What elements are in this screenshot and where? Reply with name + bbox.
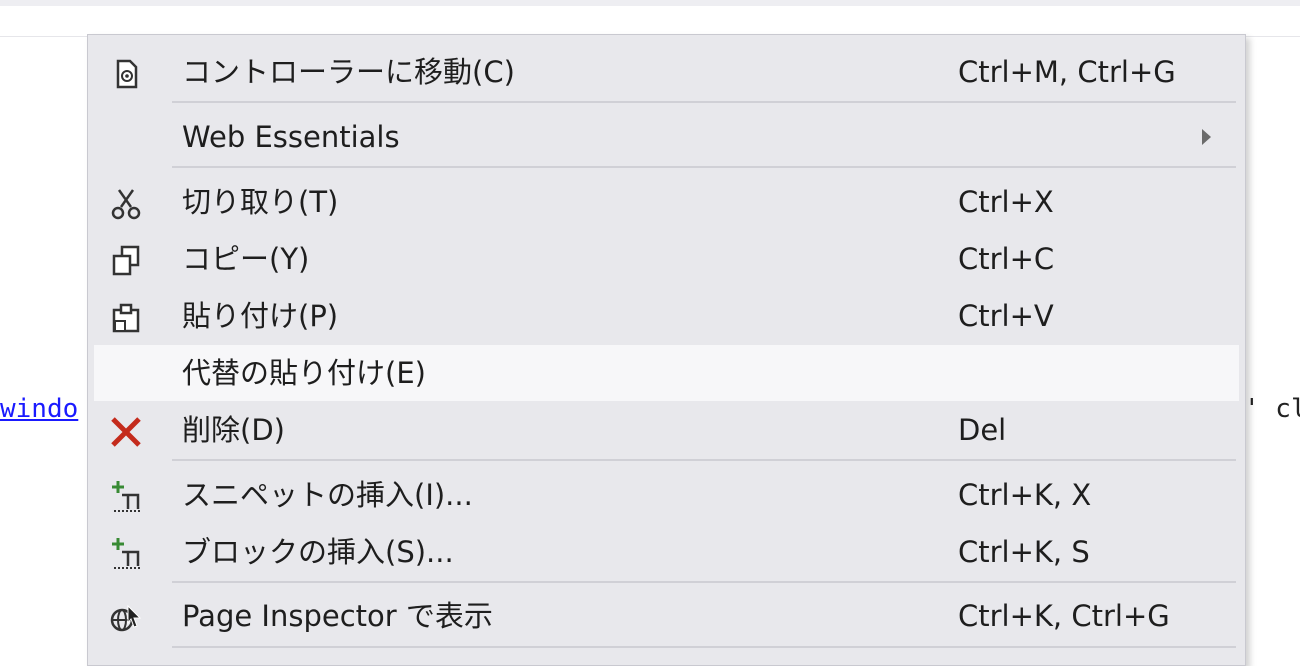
menu-item-copy[interactable]: コピー(Y) Ctrl+C xyxy=(88,231,1245,287)
menu-item-shortcut: Ctrl+K, S xyxy=(958,535,1090,569)
menu-separator xyxy=(172,166,1236,168)
context-menu: コントローラーに移動(C) Ctrl+M, Ctrl+G Web Essenti… xyxy=(87,34,1246,666)
menu-item-cut[interactable]: 切り取り(T) Ctrl+X xyxy=(88,174,1245,230)
menu-item-label: 削除(D) xyxy=(182,413,285,447)
menu-separator xyxy=(172,646,1236,648)
menu-item-surround-with[interactable]: ブロックの挿入(S)... Ctrl+K, S xyxy=(88,524,1245,580)
menu-item-label: コントローラーに移動(C) xyxy=(182,55,515,89)
menu-item-shortcut: Ctrl+X xyxy=(958,185,1054,219)
code-text: ' cl xyxy=(1244,394,1300,424)
menu-item-paste-alternate[interactable]: 代替の貼り付け(E) xyxy=(94,345,1239,401)
menu-item-go-to-controller[interactable]: コントローラーに移動(C) Ctrl+M, Ctrl+G xyxy=(88,44,1245,100)
controller-goto-icon xyxy=(108,56,144,92)
menu-item-label: スニペットの挿入(I)... xyxy=(182,478,473,512)
menu-item-shortcut: Ctrl+K, Ctrl+G xyxy=(958,599,1170,633)
menu-item-shortcut: Ctrl+V xyxy=(958,299,1054,333)
menu-item-shortcut: Ctrl+C xyxy=(958,242,1055,276)
menu-item-insert-snippet[interactable]: スニペットの挿入(I)... Ctrl+K, X xyxy=(88,467,1245,523)
cut-icon xyxy=(108,186,144,222)
menu-separator xyxy=(172,459,1236,461)
menu-item-shortcut: Ctrl+K, X xyxy=(958,478,1092,512)
page-inspector-icon xyxy=(108,600,144,636)
menu-item-view-in-page-inspector[interactable]: Page Inspector で表示 Ctrl+K, Ctrl+G xyxy=(88,588,1245,644)
editor-top-strip xyxy=(0,0,1300,6)
menu-separator xyxy=(172,581,1236,583)
menu-item-web-essentials[interactable]: Web Essentials xyxy=(88,109,1245,165)
submenu-arrow-icon xyxy=(1202,129,1211,145)
menu-item-delete[interactable]: 削除(D) Del xyxy=(88,402,1245,458)
insert-snippet-icon xyxy=(108,479,144,515)
menu-item-label: ブロックの挿入(S)... xyxy=(182,535,454,569)
copy-icon xyxy=(108,243,144,279)
menu-item-label: 貼り付け(P) xyxy=(182,299,339,333)
menu-item-shortcut: Ctrl+M, Ctrl+G xyxy=(958,55,1176,89)
menu-item-shortcut: Del xyxy=(958,413,1007,447)
menu-item-label: Web Essentials xyxy=(182,120,400,154)
menu-item-paste[interactable]: 貼り付け(P) Ctrl+V xyxy=(88,288,1245,344)
menu-separator xyxy=(172,101,1236,103)
delete-icon xyxy=(108,414,144,450)
surround-with-icon xyxy=(108,536,144,572)
menu-item-label: Page Inspector で表示 xyxy=(182,599,493,633)
code-link-text[interactable]: windo xyxy=(0,393,78,425)
menu-item-label: コピー(Y) xyxy=(182,242,310,276)
menu-item-label: 代替の貼り付け(E) xyxy=(182,356,426,390)
menu-item-label: 切り取り(T) xyxy=(182,185,339,219)
paste-icon xyxy=(108,300,144,336)
